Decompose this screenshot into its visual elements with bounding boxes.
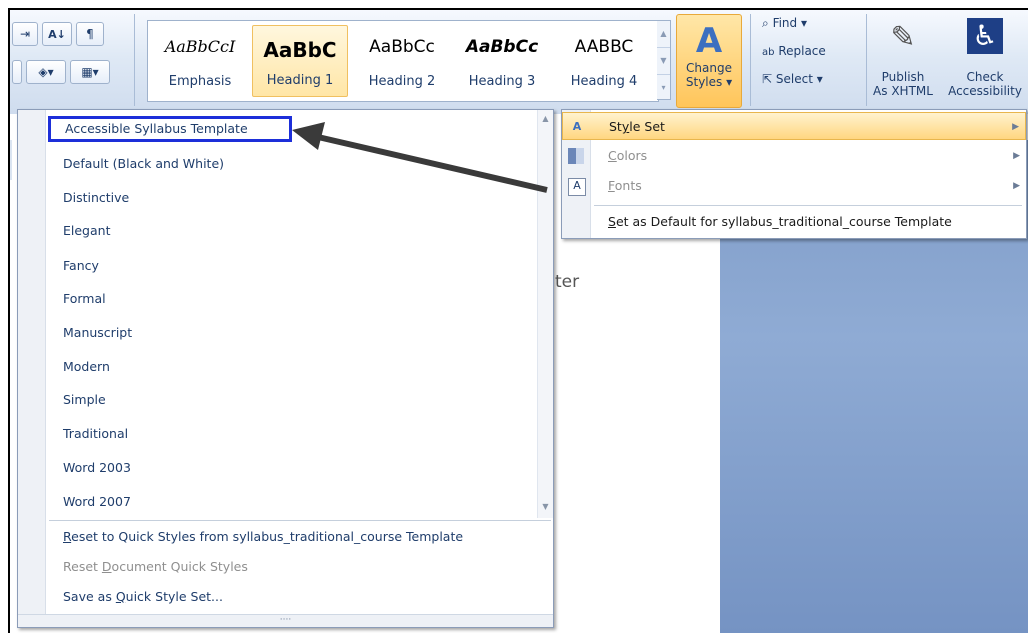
annotation-arrow (292, 122, 548, 193)
